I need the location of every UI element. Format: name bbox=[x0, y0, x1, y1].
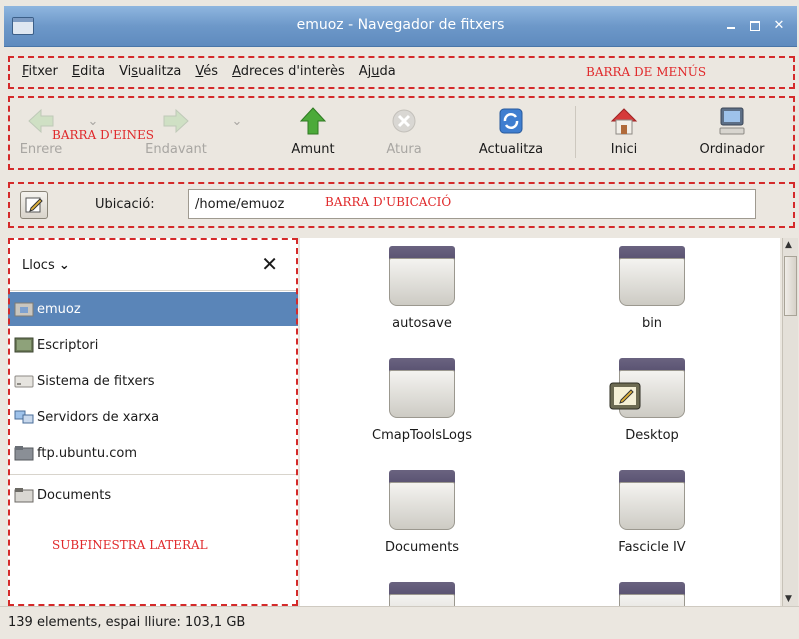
minimize-button[interactable] bbox=[723, 18, 739, 34]
file-view: autosave bin CmapToolsLogs Desktop Docum… bbox=[300, 238, 780, 639]
scroll-down-arrow-icon[interactable]: ▼ bbox=[785, 594, 792, 604]
file-item[interactable]: Fascicle IV bbox=[562, 470, 742, 555]
file-manager-window: emuoz - Navegador de fitxers ✕ Fitxer Edi… bbox=[0, 0, 799, 639]
folder-icon bbox=[389, 358, 455, 418]
file-item[interactable]: bin bbox=[562, 246, 742, 331]
file-item[interactable]: Desktop bbox=[562, 358, 742, 443]
scrollbar-thumb[interactable] bbox=[784, 256, 797, 316]
file-item[interactable]: Documents bbox=[332, 470, 512, 555]
desktop-folder-icon bbox=[609, 358, 685, 418]
folder-icon bbox=[619, 470, 685, 530]
file-name: Documents bbox=[384, 540, 460, 555]
file-name: autosave bbox=[392, 316, 452, 331]
status-bar: 139 elements, espai lliure: 103,1 GB bbox=[0, 606, 799, 639]
file-item[interactable]: autosave bbox=[332, 246, 512, 331]
maximize-button[interactable] bbox=[747, 18, 763, 34]
close-window-button[interactable]: ✕ bbox=[771, 18, 787, 34]
file-item[interactable]: CmapToolsLogs bbox=[332, 358, 512, 443]
toolbar-highlight bbox=[8, 96, 795, 170]
file-name: CmapToolsLogs bbox=[372, 428, 472, 443]
folder-icon bbox=[619, 246, 685, 306]
file-name: Desktop bbox=[625, 428, 679, 443]
scroll-up-arrow-icon[interactable]: ▲ bbox=[785, 240, 792, 250]
folder-icon bbox=[389, 246, 455, 306]
menu-bar-highlight bbox=[8, 56, 795, 89]
file-name: Fascicle IV bbox=[618, 540, 686, 555]
file-name: bin bbox=[641, 316, 663, 331]
side-pane-highlight bbox=[8, 238, 298, 606]
status-text: 139 elements, espai lliure: 103,1 GB bbox=[8, 615, 246, 630]
title-bar[interactable]: emuoz - Navegador de fitxers ✕ bbox=[4, 6, 797, 47]
desktop-emblem-icon bbox=[609, 382, 641, 410]
location-bar-highlight bbox=[8, 182, 795, 228]
folder-icon bbox=[389, 470, 455, 530]
window-title: emuoz - Navegador de fitxers bbox=[296, 17, 505, 33]
vertical-scrollbar[interactable]: ▲ ▼ bbox=[782, 238, 798, 606]
